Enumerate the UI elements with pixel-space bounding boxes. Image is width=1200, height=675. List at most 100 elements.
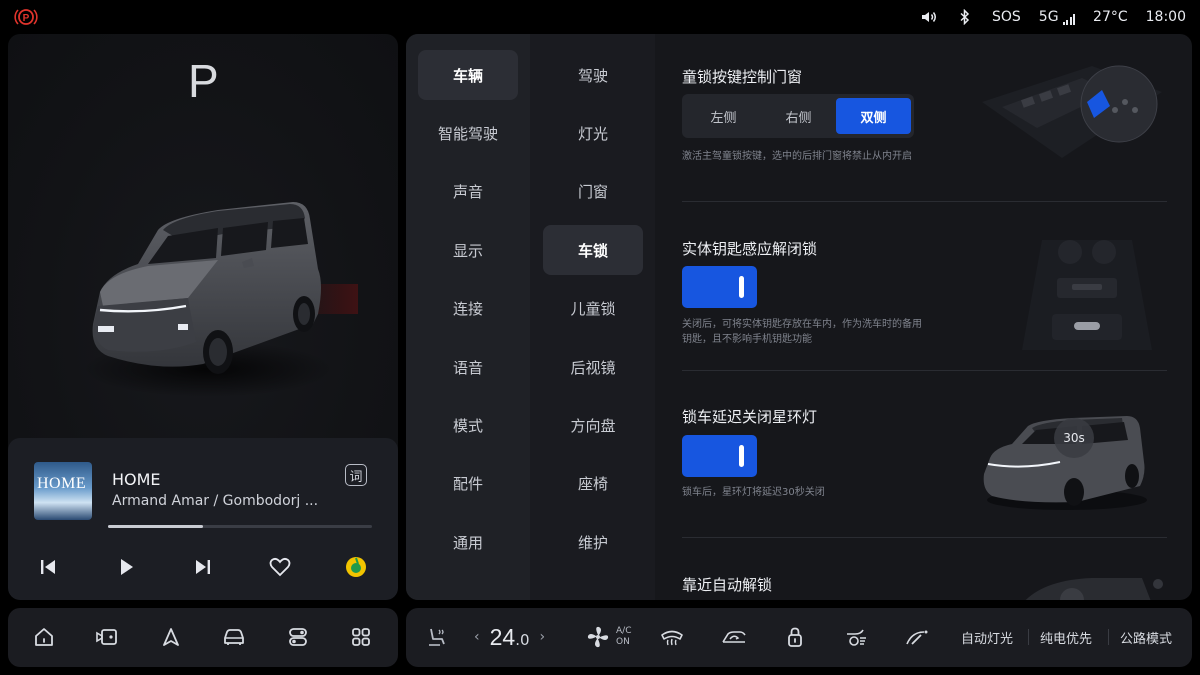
ring-light-car-illustration: 30s <box>983 416 1147 510</box>
settings-category-nav: 车辆 智能驾驶 声音 显示 连接 语音 模式 配件 通用 <box>406 34 530 600</box>
controls-button[interactable] <box>283 622 313 652</box>
section-divider <box>682 537 1167 538</box>
physical-key-toggle[interactable] <box>682 266 757 308</box>
ac-status[interactable]: A/C ON <box>616 626 631 648</box>
road-mode-button[interactable]: 公路模式 <box>1120 628 1172 647</box>
temp-increase-button[interactable]: › <box>540 629 546 645</box>
subnav-seats[interactable]: 座椅 <box>543 458 643 508</box>
nav-connection[interactable]: 连接 <box>418 283 518 333</box>
section-divider <box>682 370 1167 371</box>
ring-light-description: 锁车后，星环灯将延迟30秒关闭 <box>682 487 825 498</box>
physical-key-title: 实体钥匙感应解闭锁 <box>682 240 818 258</box>
dock-separator <box>1028 629 1029 645</box>
heart-icon <box>269 557 291 577</box>
physical-key-section: 实体钥匙感应解闭锁 关闭后，可将实体钥匙存放在车内，作为洗车时的备用 钥匙，且不… <box>682 238 1167 368</box>
next-track-button[interactable] <box>188 550 218 584</box>
subnav-mirrors[interactable]: 后视镜 <box>543 342 643 392</box>
lock-button[interactable] <box>780 622 810 652</box>
vehicle-panel: P HOME HOME Armand Amar / Gombodorj ... … <box>8 34 398 600</box>
ac-label: A/C <box>616 626 632 636</box>
temperature-display[interactable]: 24.0 <box>490 624 530 651</box>
subnav-driving[interactable]: 驾驶 <box>543 50 643 100</box>
settings-panel: 车辆 智能驾驶 声音 显示 连接 语音 模式 配件 通用 驾驶 灯光 门窗 车锁… <box>406 34 1192 600</box>
apps-button[interactable] <box>346 622 376 652</box>
nav-voice[interactable]: 语音 <box>418 342 518 392</box>
album-art[interactable]: HOME <box>34 462 92 520</box>
suspension-button[interactable] <box>841 622 871 652</box>
fan-button[interactable] <box>583 622 613 652</box>
status-bar: P SOS 5G 27°C 18:00 <box>0 0 1200 34</box>
vehicle-button[interactable] <box>219 622 249 652</box>
playback-progress[interactable] <box>108 525 372 528</box>
media-controls <box>8 550 398 584</box>
nav-accessories[interactable]: 配件 <box>418 458 518 508</box>
dock-separator <box>1108 629 1109 645</box>
settings-subcategory-nav: 驾驶 灯光 门窗 车锁 儿童锁 后视镜 方向盘 座椅 维护 <box>530 34 655 600</box>
auto-light-button[interactable]: 自动灯光 <box>961 628 1013 647</box>
door-panel-illustration <box>982 65 1162 158</box>
climate-dock: ‹ 24.0 › A/C ON 自动灯光 纯电优先 公路模式 <box>406 608 1192 667</box>
skip-previous-icon <box>41 560 55 574</box>
seat-heating-button[interactable] <box>422 622 452 652</box>
suspension-icon <box>847 629 866 646</box>
option-right-side[interactable]: 右侧 <box>761 98 836 134</box>
wiper-icon <box>906 630 928 645</box>
home-icon <box>35 628 53 646</box>
child-lock-side-selector: 左侧 右侧 双侧 <box>682 94 914 138</box>
auto-unlock-title: 靠近自动解锁 <box>682 576 773 594</box>
play-button[interactable] <box>111 550 141 584</box>
gear-indicator: P <box>188 55 219 107</box>
signal-bars-icon <box>1062 14 1076 25</box>
toggle-knob <box>739 276 744 298</box>
subnav-doors-windows[interactable]: 门窗 <box>543 166 643 216</box>
favorite-button[interactable] <box>265 550 295 584</box>
app-dock <box>8 608 398 667</box>
ac-state: ON <box>616 637 630 647</box>
temp-decrease-button[interactable]: ‹ <box>474 629 480 645</box>
song-title: HOME <box>112 470 161 489</box>
toggle-knob <box>739 445 744 467</box>
bluetooth-icon[interactable] <box>956 9 974 25</box>
music-app-button[interactable] <box>341 550 371 584</box>
subnav-lights[interactable]: 灯光 <box>543 108 643 158</box>
nav-general[interactable]: 通用 <box>418 517 518 567</box>
navigation-arrow-icon <box>163 628 179 646</box>
option-left-side[interactable]: 左侧 <box>686 98 761 134</box>
nav-sound[interactable]: 声音 <box>418 166 518 216</box>
lyrics-button[interactable]: 词 <box>345 464 367 486</box>
nav-display[interactable]: 显示 <box>418 225 518 275</box>
auto-unlock-section: 靠近自动解锁 <box>682 574 1167 600</box>
album-art-title: HOME <box>37 475 87 492</box>
outside-temperature: 27°C <box>1093 9 1128 25</box>
section-divider <box>682 201 1167 202</box>
navigation-button[interactable] <box>156 622 186 652</box>
air-recirculation-button[interactable] <box>719 622 749 652</box>
subnav-steering-wheel[interactable]: 方向盘 <box>543 400 643 450</box>
nav-smart-driving[interactable]: 智能驾驶 <box>418 108 518 158</box>
front-defrost-button[interactable] <box>657 622 687 652</box>
previous-track-button[interactable] <box>33 550 63 584</box>
camera-button[interactable] <box>92 622 122 652</box>
ev-priority-button[interactable]: 纯电优先 <box>1040 628 1092 647</box>
fan-icon <box>587 626 609 648</box>
subnav-child-lock[interactable]: 儿童锁 <box>543 283 643 333</box>
child-lock-description: 激活主驾童锁按键，选中的后排门窗将禁止从内开启 <box>682 151 912 162</box>
music-app-icon <box>346 557 366 577</box>
recirculation-icon <box>722 631 746 643</box>
nav-vehicle[interactable]: 车辆 <box>418 50 518 100</box>
ring-light-toggle[interactable] <box>682 435 757 477</box>
network-indicator: 5G <box>1039 9 1076 25</box>
ring-light-section: 锁车延迟关闭星环灯 锁车后，星环灯将延迟30秒关闭 30s <box>682 406 1167 536</box>
nav-mode[interactable]: 模式 <box>418 400 518 450</box>
subnav-car-lock[interactable]: 车锁 <box>543 225 643 275</box>
subnav-maintenance[interactable]: 维护 <box>543 517 643 567</box>
car-model-image[interactable] <box>68 174 358 414</box>
volume-icon[interactable] <box>920 9 938 25</box>
sos-button[interactable]: SOS <box>992 9 1021 25</box>
wiper-button[interactable] <box>902 622 932 652</box>
option-both-sides[interactable]: 双侧 <box>836 98 911 134</box>
settings-content: 童锁按键控制门窗 左侧 右侧 双侧 激活主驾童锁按键，选中的后排门窗将禁止从内开… <box>655 34 1192 600</box>
home-button[interactable] <box>29 622 59 652</box>
apps-grid-icon <box>352 628 370 646</box>
media-player: HOME HOME Armand Amar / Gombodorj ... 词 <box>8 438 398 600</box>
